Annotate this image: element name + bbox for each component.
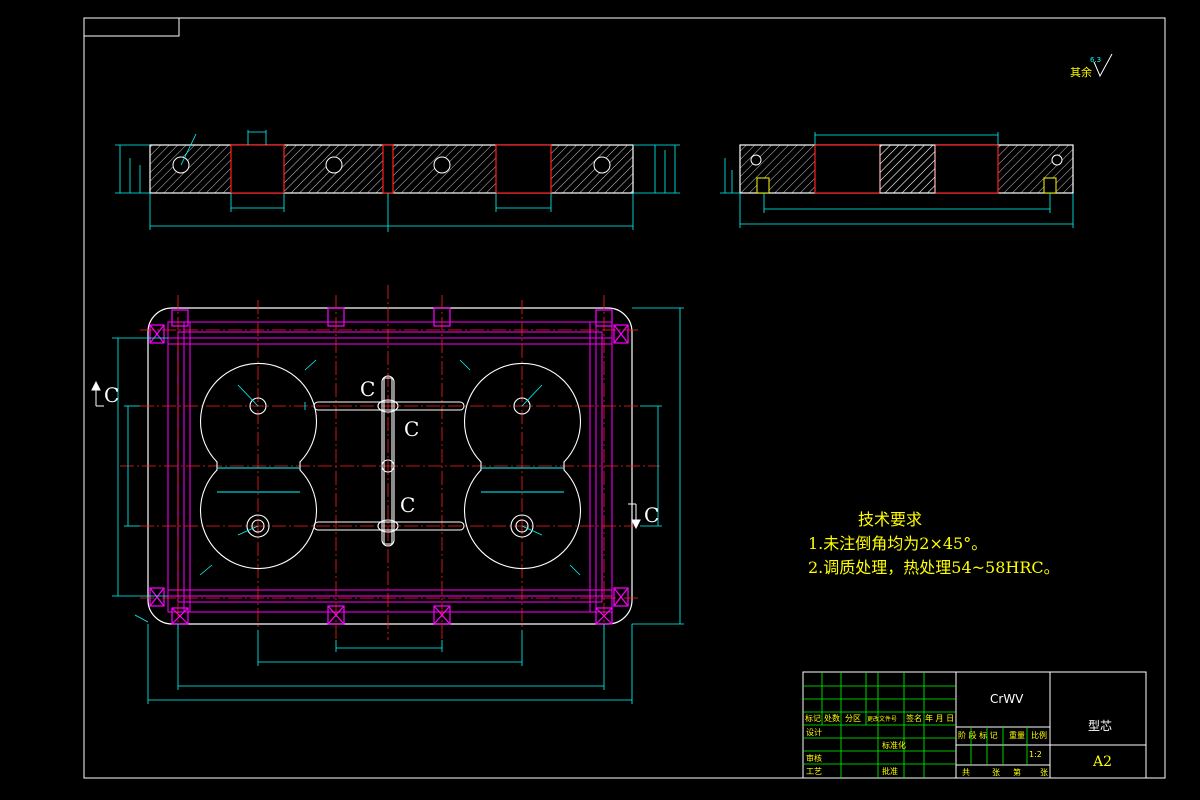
front-hole-4 <box>593 156 611 174</box>
plan-view: C C C C C <box>91 285 684 704</box>
drawing-border <box>83 17 1166 779</box>
tb-header-1: 处数 <box>824 713 840 723</box>
section-label-3: C <box>404 417 419 441</box>
tb-header-3: 更改文件号 <box>867 715 897 723</box>
tb-header-4: 签名 <box>906 713 922 723</box>
tb-row-0: 设计 <box>806 727 822 737</box>
tech-requirement-2: 2.调质处理，热处理54~58HRC。 <box>808 558 1060 577</box>
side-pocket-2 <box>1043 177 1057 194</box>
tb-sheet-size: A2 <box>1092 754 1112 770</box>
code-box <box>83 17 180 37</box>
tb-footer-1: 张 <box>992 768 1000 777</box>
side-pocket-1 <box>756 177 770 194</box>
tb-header-5: 年 月 日 <box>925 713 954 723</box>
front-center-bore <box>382 144 394 194</box>
side-section-view <box>720 132 1074 228</box>
tb-header-2: 分区 <box>845 714 861 723</box>
side-hole-2 <box>1051 154 1063 166</box>
tb-row-1: 审核 <box>806 753 822 763</box>
side-slot-1 <box>814 144 881 194</box>
tb-mid-0: 标准化 <box>882 740 906 750</box>
tb-stage-1: 重量 <box>1009 730 1025 740</box>
tb-mid-1: 批准 <box>882 766 898 776</box>
tb-stage-0: 阶 段 标 记 <box>958 730 998 740</box>
tech-requirements-title: 技术要求 <box>858 510 923 529</box>
tech-requirement-1: 1.未注倒角均为2×45°。 <box>808 534 988 553</box>
front-section-view <box>115 130 680 232</box>
section-label-2: C <box>360 377 375 401</box>
tb-stage-2: 比例 <box>1031 730 1047 740</box>
tb-footer-0: 共 <box>962 768 970 777</box>
surface-finish-value: 6.3 <box>1090 56 1101 64</box>
tb-part-name: 型芯 <box>1088 719 1112 733</box>
tb-footer-3: 张 <box>1040 768 1048 777</box>
section-label-1: C <box>104 383 119 407</box>
surface-finish-symbol: 其余 6.3 <box>1070 53 1113 79</box>
side-hole-1 <box>750 154 762 166</box>
front-slot-1 <box>230 144 285 194</box>
cavity-left <box>201 367 317 466</box>
section-label-5: C <box>644 503 659 527</box>
tech-requirements: 技术要求 1.未注倒角均为2×45°。 2.调质处理，热处理54~58HRC。 <box>808 508 1060 580</box>
groove-frame-inner <box>177 331 603 603</box>
section-label-4: C <box>400 493 415 517</box>
front-slot-2 <box>495 144 552 194</box>
groove-frame-outer <box>167 321 613 613</box>
surface-finish-label: 其余 <box>1070 65 1092 79</box>
side-slot-2 <box>934 144 999 194</box>
drawing-canvas: 其余 6.3 C C C C C 标记 处数 分区 更改文件号 签名 年 月 日… <box>83 17 1166 779</box>
tb-header-0: 标记 <box>805 713 821 723</box>
front-hole-3 <box>433 156 451 174</box>
front-hole-2 <box>325 156 343 174</box>
tb-scale: 1:2 <box>1029 750 1042 759</box>
tb-footer-2: 第 <box>1013 767 1021 777</box>
tb-material: CrWV <box>990 692 1024 706</box>
tb-row-2: 工艺 <box>806 767 822 776</box>
